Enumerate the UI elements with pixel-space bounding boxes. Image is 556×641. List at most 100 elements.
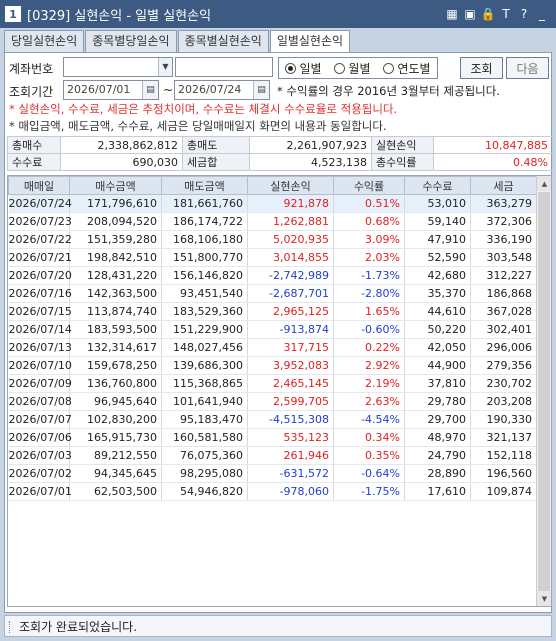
table-row[interactable]: 2026/07/08 96,945,640 101,641,940 2,599,705… <box>8 392 537 411</box>
table-cell: 2026/07/03 <box>8 446 72 465</box>
table-cell: 372,306 <box>470 212 537 231</box>
column-header[interactable]: 수익률 <box>333 176 405 195</box>
table-cell: 2026/07/15 <box>8 302 72 321</box>
radio-daily[interactable]: 일별 <box>285 60 322 77</box>
table-row[interactable]: 2026/07/10 159,678,250 139,686,300 3,952,08… <box>8 356 537 375</box>
radio-unselected-icon <box>383 62 395 74</box>
scroll-up-icon[interactable]: ▲ <box>537 176 551 191</box>
table-cell: 2026/07/23 <box>8 212 72 231</box>
lock-icon[interactable]: 🔒 <box>480 5 496 22</box>
table-row[interactable]: 2026/07/03 89,212,550 76,075,360 261,946 0.3… <box>8 446 537 465</box>
table-cell: 363,279 <box>470 194 537 213</box>
table-cell: 198,842,510 <box>69 248 162 267</box>
table-cell: -4.54% <box>333 410 405 429</box>
table-row[interactable]: 2026/07/16 142,363,500 93,451,540 -2,687,70… <box>8 284 537 303</box>
period-type-radio-group: 일별 월별 연도별 <box>278 57 438 79</box>
vertical-scrollbar[interactable]: ▲ ▼ <box>536 176 551 606</box>
table-cell: 3.09% <box>333 230 405 249</box>
table-row[interactable]: 2026/07/14 183,593,500 151,229,900 -913,874… <box>8 320 537 339</box>
date-to-input[interactable]: 2026/07/24 ▤ <box>174 80 270 100</box>
table-cell: 2026/07/22 <box>8 230 72 249</box>
chevron-down-icon[interactable]: ▼ <box>158 58 172 76</box>
next-button[interactable]: 다음 <box>506 57 549 79</box>
table-cell: -0.60% <box>333 320 405 339</box>
table-cell: 186,868 <box>470 284 537 303</box>
calendar-icon[interactable]: ▤ <box>142 81 158 99</box>
table-row[interactable]: 2026/07/22 151,359,280 168,106,180 5,020,93… <box>8 230 537 249</box>
table-row[interactable]: 2026/07/01 62,503,500 54,946,820 -978,060 -1… <box>8 482 537 501</box>
radio-yearly[interactable]: 연도별 <box>383 60 431 77</box>
tab-stock-realized[interactable]: 종목별실현손익 <box>177 30 269 52</box>
daily-grid: 매매일 매수금액 매도금액 실현손익 수익률 수수료 세금 2026/07/24 171,79… <box>7 175 552 607</box>
column-header[interactable]: 실현손익 <box>247 176 334 195</box>
help-icon[interactable]: ? <box>516 5 532 22</box>
minimize-icon[interactable]: _ <box>534 5 550 22</box>
table-row[interactable]: 2026/07/07 102,830,200 95,183,470 -4,515,30… <box>8 410 537 429</box>
table-cell: 94,345,645 <box>69 464 162 483</box>
search-button[interactable]: 조회 <box>460 57 503 79</box>
table-cell: 151,229,900 <box>161 320 248 339</box>
font-icon[interactable]: T <box>498 5 514 22</box>
daily-grid-table: 매매일 매수금액 매도금액 실현손익 수익률 수수료 세금 2026/07/24 171,79… <box>8 176 537 501</box>
tab-stock-today[interactable]: 종목별당일손익 <box>85 30 177 52</box>
column-header[interactable]: 수수료 <box>404 176 471 195</box>
table-cell: 151,359,280 <box>69 230 162 249</box>
table-cell: 2026/07/07 <box>8 410 72 429</box>
column-header[interactable]: 매도금액 <box>161 176 248 195</box>
table-row[interactable]: 2026/07/20 128,431,220 156,146,820 -2,742,9… <box>8 266 537 285</box>
table-row[interactable]: 2026/07/02 94,345,645 98,295,080 -631,572 -0… <box>8 464 537 483</box>
table-cell: 183,593,500 <box>69 320 162 339</box>
table-row[interactable]: 2026/07/24 171,796,610 181,661,760 921,878 0… <box>8 194 537 213</box>
account-label: 계좌번호 <box>9 62 54 76</box>
account-input[interactable]: ▼ <box>63 57 173 77</box>
tab-today-realized[interactable]: 당일실현손익 <box>4 30 85 52</box>
table-cell: 165,915,730 <box>69 428 162 447</box>
table-cell: 186,174,722 <box>161 212 248 231</box>
table-cell: 17,610 <box>404 482 471 501</box>
table-cell: 183,529,360 <box>161 302 248 321</box>
table-cell: 296,006 <box>470 338 537 357</box>
scroll-thumb[interactable] <box>538 192 550 591</box>
table-row[interactable]: 2026/07/09 136,760,800 115,368,865 2,465,14… <box>8 374 537 393</box>
table-cell: 2,599,705 <box>247 392 334 411</box>
main-panel: 계좌번호 ▼ 일별 월별 연도별 조회 다음 조회기간 2026/07/01 ▤… <box>4 52 553 613</box>
table-cell: 54,946,820 <box>161 482 248 501</box>
table-cell: 261,946 <box>247 446 334 465</box>
table-cell: 2026/07/09 <box>8 374 72 393</box>
table-row[interactable]: 2026/07/06 165,915,730 160,581,580 535,123 0… <box>8 428 537 447</box>
column-header[interactable]: 세금 <box>470 176 537 195</box>
table-cell: 2.92% <box>333 356 405 375</box>
table-row[interactable]: 2026/07/23 208,094,520 186,174,722 1,262,88… <box>8 212 537 231</box>
table-cell: 0.34% <box>333 428 405 447</box>
scroll-down-icon[interactable]: ▼ <box>537 591 551 606</box>
column-header[interactable]: 매매일 <box>8 176 70 195</box>
table-cell: 171,796,610 <box>69 194 162 213</box>
table-cell: 190,330 <box>470 410 537 429</box>
calendar-icon[interactable]: ▤ <box>253 81 269 99</box>
summary-label: 세금합 <box>182 153 250 171</box>
table-cell: 29,700 <box>404 410 471 429</box>
table-cell: 136,760,800 <box>69 374 162 393</box>
table-cell: 160,581,580 <box>161 428 248 447</box>
table-cell: 2026/07/06 <box>8 428 72 447</box>
table-cell: 24,790 <box>404 446 471 465</box>
status-bar: 조회가 완료되었습니다. <box>4 615 552 637</box>
table-cell: 303,548 <box>470 248 537 267</box>
table-row[interactable]: 2026/07/21 198,842,510 151,800,770 3,014,85… <box>8 248 537 267</box>
table-row[interactable]: 2026/07/13 132,314,617 148,027,456 317,715 0… <box>8 338 537 357</box>
table-cell: 2.03% <box>333 248 405 267</box>
pin-icon[interactable]: ▦ <box>444 5 460 22</box>
summary-realized: 10,847,885 <box>433 136 553 154</box>
radio-monthly[interactable]: 월별 <box>334 60 371 77</box>
tab-daily-realized[interactable]: 일별실현손익 <box>269 30 351 53</box>
column-header[interactable]: 매수금액 <box>69 176 162 195</box>
table-cell: 128,431,220 <box>69 266 162 285</box>
table-row[interactable]: 2026/07/15 113,874,740 183,529,360 2,965,12… <box>8 302 537 321</box>
table-cell: 203,208 <box>470 392 537 411</box>
summary-label: 총매도 <box>182 136 250 154</box>
table-cell: 0.35% <box>333 446 405 465</box>
table-cell: 2026/07/13 <box>8 338 72 357</box>
table-cell: 115,368,865 <box>161 374 248 393</box>
tile-icon[interactable]: ▣ <box>462 5 478 22</box>
date-from-input[interactable]: 2026/07/01 ▤ <box>63 80 159 100</box>
